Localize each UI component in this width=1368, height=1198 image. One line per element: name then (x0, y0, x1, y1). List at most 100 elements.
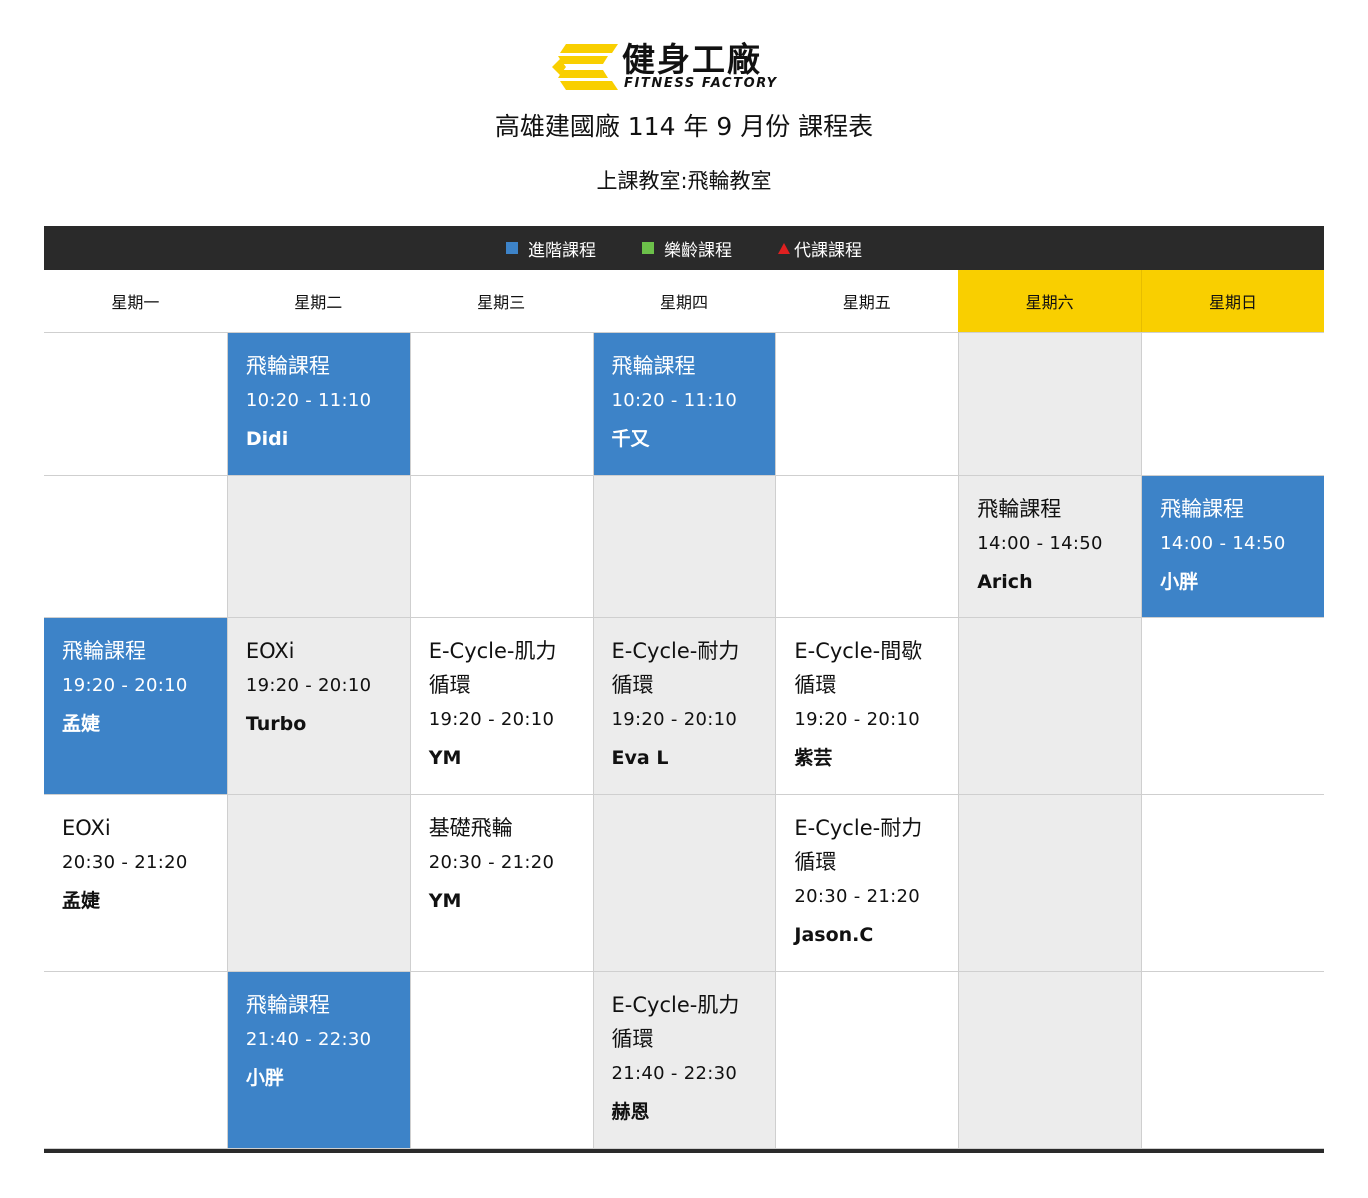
legend-substitute: 代課課程 (778, 236, 862, 261)
class-cell: E-Cycle-肌力循環 19:20 - 20:10 YM (409, 618, 593, 794)
class-time: 19:20 - 20:10 (428, 709, 555, 730)
class-name: 飛輪課程 (245, 993, 330, 1017)
empty-cell (592, 476, 776, 617)
header-tuesday: 星期二 (294, 293, 343, 312)
schedule-table: 星期一 星期二 星期三 星期四 星期五 星期六 星期日 飛輪課程 10:20 - … (44, 270, 1324, 1149)
class-teacher: 小胖 (245, 1067, 284, 1089)
empty-cell (592, 795, 776, 971)
bottom-rule (44, 1149, 1324, 1153)
schedule-row: 飛輪課程 10:20 - 11:10 Didi 飛輪課程 10:20 - 11:10 千又 (44, 333, 1324, 476)
class-teacher: 小胖 (1160, 571, 1199, 593)
empty-cell (44, 476, 227, 617)
legend-advanced-label: 進階課程 (528, 240, 596, 261)
class-teacher: 赫恩 (611, 1101, 650, 1123)
class-name: 基礎飛輪 (428, 816, 513, 840)
class-name: 飛輪課程 (245, 354, 330, 378)
class-cell: 基礎飛輪 20:30 - 21:20 YM (409, 795, 593, 971)
green-square-icon (642, 242, 654, 254)
weekday-header-row: 星期一 星期二 星期三 星期四 星期五 星期六 星期日 (44, 270, 1324, 333)
schedule-row: 飛輪課程 14:00 - 14:50 Arich 飛輪課程 14:00 - 14:50 小… (44, 476, 1324, 618)
class-name: 飛輪課程 (62, 639, 146, 663)
empty-cell (958, 795, 1142, 971)
class-time: 14:00 - 14:50 (977, 533, 1103, 554)
empty-cell (958, 618, 1142, 794)
legend-bar: 進階課程 樂齡課程 代課課程 (44, 226, 1324, 270)
legend-senior-label: 樂齡課程 (664, 240, 732, 261)
class-teacher: Eva L (611, 747, 669, 769)
header-sunday: 星期日 (1141, 270, 1324, 332)
class-name: E-Cycle-耐力循環 (794, 816, 923, 874)
class-time: 19:20 - 20:10 (794, 709, 920, 730)
empty-cell (1141, 972, 1324, 1148)
class-time: 21:40 - 22:30 (245, 1029, 372, 1050)
class-time: 20:30 - 21:20 (428, 852, 555, 873)
empty-cell (775, 972, 958, 1148)
header-wednesday: 星期三 (477, 293, 526, 312)
class-teacher: Didi (245, 428, 289, 450)
class-cell: E-Cycle-耐力循環 20:30 - 21:20 Jason.C (775, 795, 958, 971)
legend-senior: 樂齡課程 (642, 236, 732, 261)
empty-cell (775, 476, 958, 617)
class-cell: 飛輪課程 19:20 - 20:10 孟婕 (44, 618, 227, 794)
class-cell: 飛輪課程 14:00 - 14:50 小胖 (1141, 476, 1324, 617)
class-name: E-Cycle-間歇循環 (794, 639, 923, 697)
schedule-row: 飛輪課程 19:20 - 20:10 孟婕 EOXi 19:20 - 20:10 Turb… (44, 618, 1324, 795)
class-name: E-Cycle-耐力循環 (611, 639, 740, 697)
class-cell: E-Cycle-間歇循環 19:20 - 20:10 紫芸 (775, 618, 958, 794)
schedule-page: 健身工廠 FITNESS FACTORY 高雄建國廠 114 年 9 月份 課程… (0, 0, 1368, 1198)
legend-advanced: 進階課程 (506, 236, 596, 261)
empty-cell (958, 972, 1142, 1148)
empty-cell (958, 333, 1142, 475)
empty-cell (1141, 618, 1324, 794)
class-teacher: 孟婕 (62, 890, 101, 912)
class-cell: E-Cycle-肌力循環 21:40 - 22:30 赫恩 (592, 972, 776, 1148)
empty-cell (226, 476, 410, 617)
empty-cell (44, 333, 227, 475)
fitness-factory-logo: 健身工廠 FITNESS FACTORY (552, 40, 822, 96)
class-cell: EOXi 20:30 - 21:20 孟婕 (44, 795, 227, 971)
class-teacher: Arich (977, 571, 1033, 593)
class-teacher: 紫芸 (794, 747, 833, 769)
class-time: 20:30 - 21:20 (794, 886, 920, 907)
class-name: EOXi (245, 639, 295, 663)
class-teacher: Turbo (245, 713, 307, 735)
class-time: 19:20 - 20:10 (611, 709, 738, 730)
class-name: E-Cycle-肌力循環 (611, 993, 740, 1051)
class-name: EOXi (62, 816, 111, 840)
empty-cell (409, 972, 593, 1148)
class-time: 21:40 - 22:30 (611, 1063, 738, 1084)
class-cell: E-Cycle-耐力循環 19:20 - 20:10 Eva L (592, 618, 776, 794)
header-thursday: 星期四 (659, 293, 708, 312)
logo-name-en: FITNESS FACTORY (624, 76, 778, 91)
legend-substitute-label: 代課課程 (794, 240, 862, 261)
class-cell: EOXi 19:20 - 20:10 Turbo (226, 618, 410, 794)
logo-mark-icon (552, 44, 618, 90)
schedule-row: 飛輪課程 21:40 - 22:30 小胖 E-Cycle-肌力循環 21:40 - 2… (44, 972, 1324, 1149)
page-title: 高雄建國廠 114 年 9 月份 課程表 (494, 112, 874, 141)
classroom-subtitle: 上課教室:飛輪教室 (596, 169, 772, 193)
class-teacher: 孟婕 (62, 713, 101, 735)
schedule-rows: 飛輪課程 10:20 - 11:10 Didi 飛輪課程 10:20 - 11:10 千又… (44, 333, 1324, 1149)
class-time: 14:00 - 14:50 (1160, 533, 1286, 554)
logo-name-cn: 健身工廠 (622, 40, 762, 79)
class-cell: 飛輪課程 21:40 - 22:30 小胖 (226, 972, 410, 1148)
header-saturday: 星期六 (958, 270, 1142, 332)
class-time: 10:20 - 11:10 (245, 390, 372, 411)
class-time: 19:20 - 20:10 (62, 675, 188, 696)
empty-cell (226, 795, 410, 971)
class-cell: 飛輪課程 10:20 - 11:10 Didi (226, 333, 410, 475)
blue-square-icon (506, 242, 518, 254)
class-teacher: Jason.C (794, 924, 874, 946)
header-monday: 星期一 (111, 293, 160, 312)
class-teacher: YM (428, 747, 462, 769)
schedule-row: EOXi 20:30 - 21:20 孟婕 基礎飛輪 20:30 - 21:20 YM E-… (44, 795, 1324, 972)
class-cell: 飛輪課程 14:00 - 14:50 Arich (958, 476, 1142, 617)
header-friday: 星期五 (842, 293, 891, 312)
empty-cell (409, 476, 593, 617)
class-time: 10:20 - 11:10 (611, 390, 738, 411)
class-name: 飛輪課程 (1160, 497, 1245, 521)
class-name: E-Cycle-肌力循環 (428, 639, 557, 697)
empty-cell (1141, 795, 1324, 971)
class-name: 飛輪課程 (611, 354, 696, 378)
empty-cell (775, 333, 958, 475)
